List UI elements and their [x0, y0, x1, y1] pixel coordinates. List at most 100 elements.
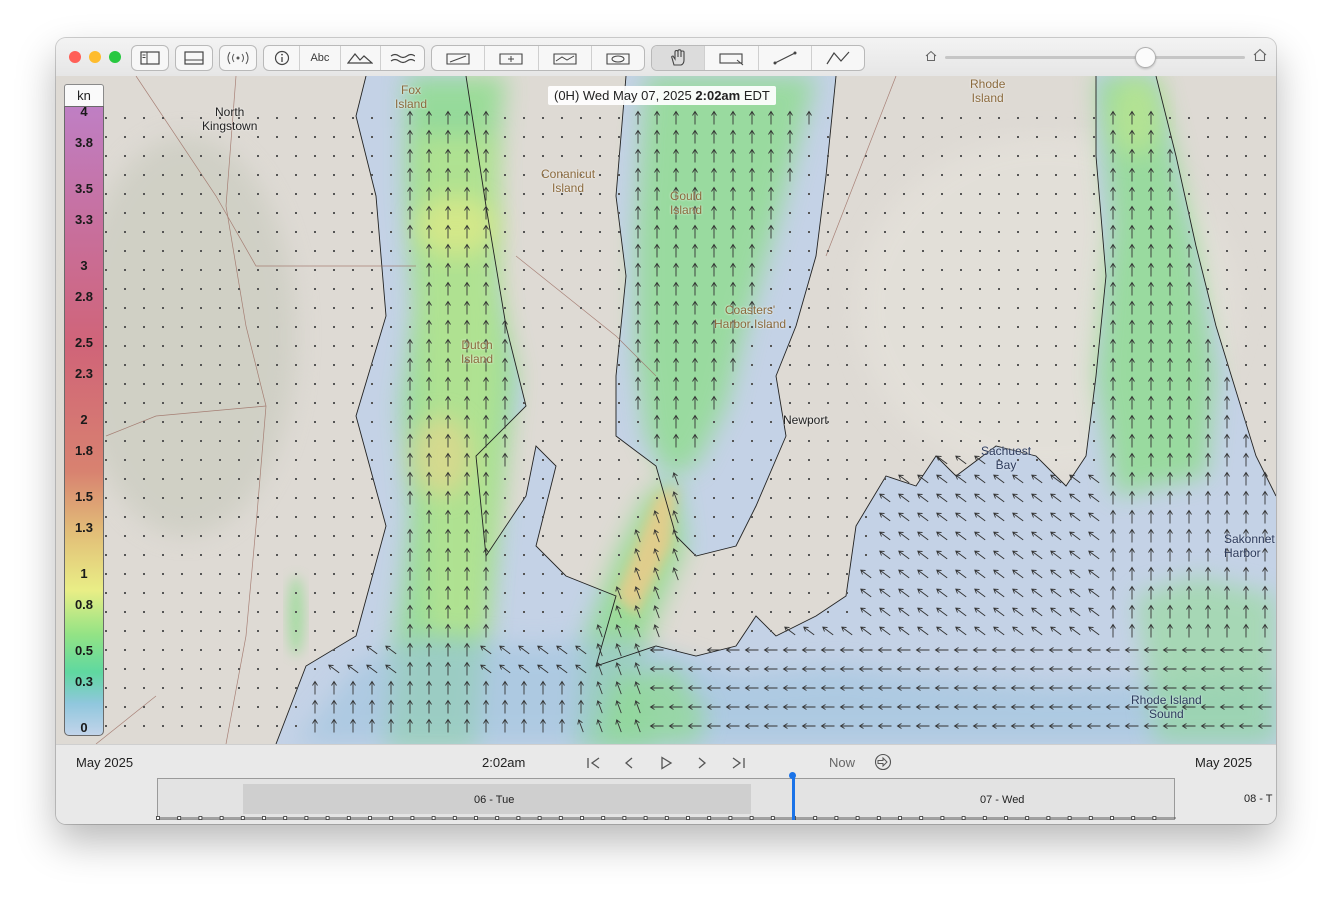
step-forward-icon[interactable]	[696, 756, 708, 770]
waves-button[interactable]	[381, 46, 424, 70]
grid-dot	[333, 269, 335, 271]
now-button[interactable]: Now	[829, 755, 855, 770]
grid-dot	[333, 421, 335, 423]
grid-dot	[884, 402, 886, 404]
grid-dot	[124, 136, 126, 138]
grid-dot	[1226, 364, 1228, 366]
grid-dot	[580, 250, 582, 252]
polyline-tool-button[interactable]	[812, 46, 864, 70]
grid-dot	[143, 725, 145, 727]
grid-dot	[618, 535, 620, 537]
grid-dot	[352, 440, 354, 442]
grid-dot	[808, 573, 810, 575]
sidebar-toggle-button[interactable]	[132, 46, 168, 70]
grid-dot	[219, 649, 221, 651]
terrain-button[interactable]	[341, 46, 381, 70]
zoom-slider-track[interactable]	[945, 56, 1245, 59]
map-canvas[interactable]	[56, 76, 1276, 744]
grid-dot	[371, 383, 373, 385]
info-button[interactable]	[264, 46, 301, 70]
grid-dot	[333, 155, 335, 157]
grid-dot	[561, 573, 563, 575]
grid-dot	[1226, 155, 1228, 157]
grid-dot	[846, 478, 848, 480]
grid-dot	[732, 592, 734, 594]
chart-line-button[interactable]	[539, 46, 592, 70]
grid-dot	[352, 421, 354, 423]
skip-to-end-icon[interactable]	[730, 756, 746, 770]
grid-dot	[238, 725, 240, 727]
grid-dot	[599, 288, 601, 290]
grid-dot	[580, 117, 582, 119]
play-icon[interactable]	[659, 756, 673, 770]
grid-dot	[333, 554, 335, 556]
grid-dot	[181, 497, 183, 499]
grid-dot	[960, 288, 962, 290]
hand-tool-button[interactable]	[652, 46, 706, 70]
erase-button[interactable]	[592, 46, 644, 70]
grid-dot	[979, 307, 981, 309]
grid-dot	[1055, 231, 1057, 233]
line-tool-button[interactable]	[759, 46, 812, 70]
grid-dot	[618, 250, 620, 252]
grid-dot	[561, 402, 563, 404]
grid-dot	[181, 117, 183, 119]
timeline-cursor[interactable]	[792, 776, 795, 820]
grid-dot	[124, 630, 126, 632]
grid-dot	[181, 136, 183, 138]
grid-dot	[257, 440, 259, 442]
home-large-icon[interactable]	[1253, 48, 1267, 62]
grid-dot	[922, 421, 924, 423]
grid-dot	[922, 212, 924, 214]
grid-dot	[390, 269, 392, 271]
grid-dot	[561, 136, 563, 138]
grid-dot	[219, 402, 221, 404]
grid-dot	[561, 364, 563, 366]
grid-dot	[1188, 212, 1190, 214]
signal-button[interactable]	[220, 46, 256, 70]
go-to-now-icon[interactable]	[874, 753, 892, 771]
zoom-window-button[interactable]	[109, 51, 121, 63]
grid-dot	[827, 516, 829, 518]
grid-dot	[523, 212, 525, 214]
grid-dot	[238, 193, 240, 195]
grid-dot	[143, 573, 145, 575]
grid-dot	[238, 136, 240, 138]
step-back-icon[interactable]	[623, 756, 635, 770]
grid-dot	[257, 554, 259, 556]
home-small-icon[interactable]	[925, 50, 937, 62]
zoom-slider-thumb[interactable]	[1135, 47, 1156, 68]
current-map[interactable]: (0H) Wed May 07, 2025 2:02am EDT kn 4 3.8…	[56, 76, 1276, 744]
skip-to-start-icon[interactable]	[586, 756, 602, 770]
route-button[interactable]	[432, 46, 486, 70]
grid-dot	[884, 478, 886, 480]
timeline-track[interactable]: 06 - Tue 07 - Wed	[156, 778, 1176, 820]
timeline-cursor-knob[interactable]	[789, 772, 796, 779]
grid-dot	[504, 535, 506, 537]
bottom-panel-button[interactable]	[176, 46, 212, 70]
grid-dot	[903, 326, 905, 328]
minimize-window-button[interactable]	[89, 51, 101, 63]
grid-dot	[219, 307, 221, 309]
grid-dot	[865, 421, 867, 423]
close-window-button[interactable]	[69, 51, 81, 63]
grid-dot	[1074, 117, 1076, 119]
grid-dot	[143, 668, 145, 670]
grid-dot	[1245, 212, 1247, 214]
grid-dot	[1264, 231, 1266, 233]
timeline-left-month: May 2025	[76, 755, 134, 770]
grid-dot	[960, 326, 962, 328]
grid-dot	[181, 345, 183, 347]
grid-dot	[124, 459, 126, 461]
measure-rect-button[interactable]	[705, 46, 759, 70]
labels-button[interactable]: Abc	[300, 46, 341, 70]
grid-dot	[770, 250, 772, 252]
grid-dot	[1093, 231, 1095, 233]
grid-dot	[808, 459, 810, 461]
grid-dot	[1207, 155, 1209, 157]
grid-dot	[1036, 231, 1038, 233]
grid-dot	[124, 497, 126, 499]
grid-dot	[1264, 326, 1266, 328]
grid-dot	[238, 421, 240, 423]
add-box-button[interactable]	[485, 46, 539, 70]
